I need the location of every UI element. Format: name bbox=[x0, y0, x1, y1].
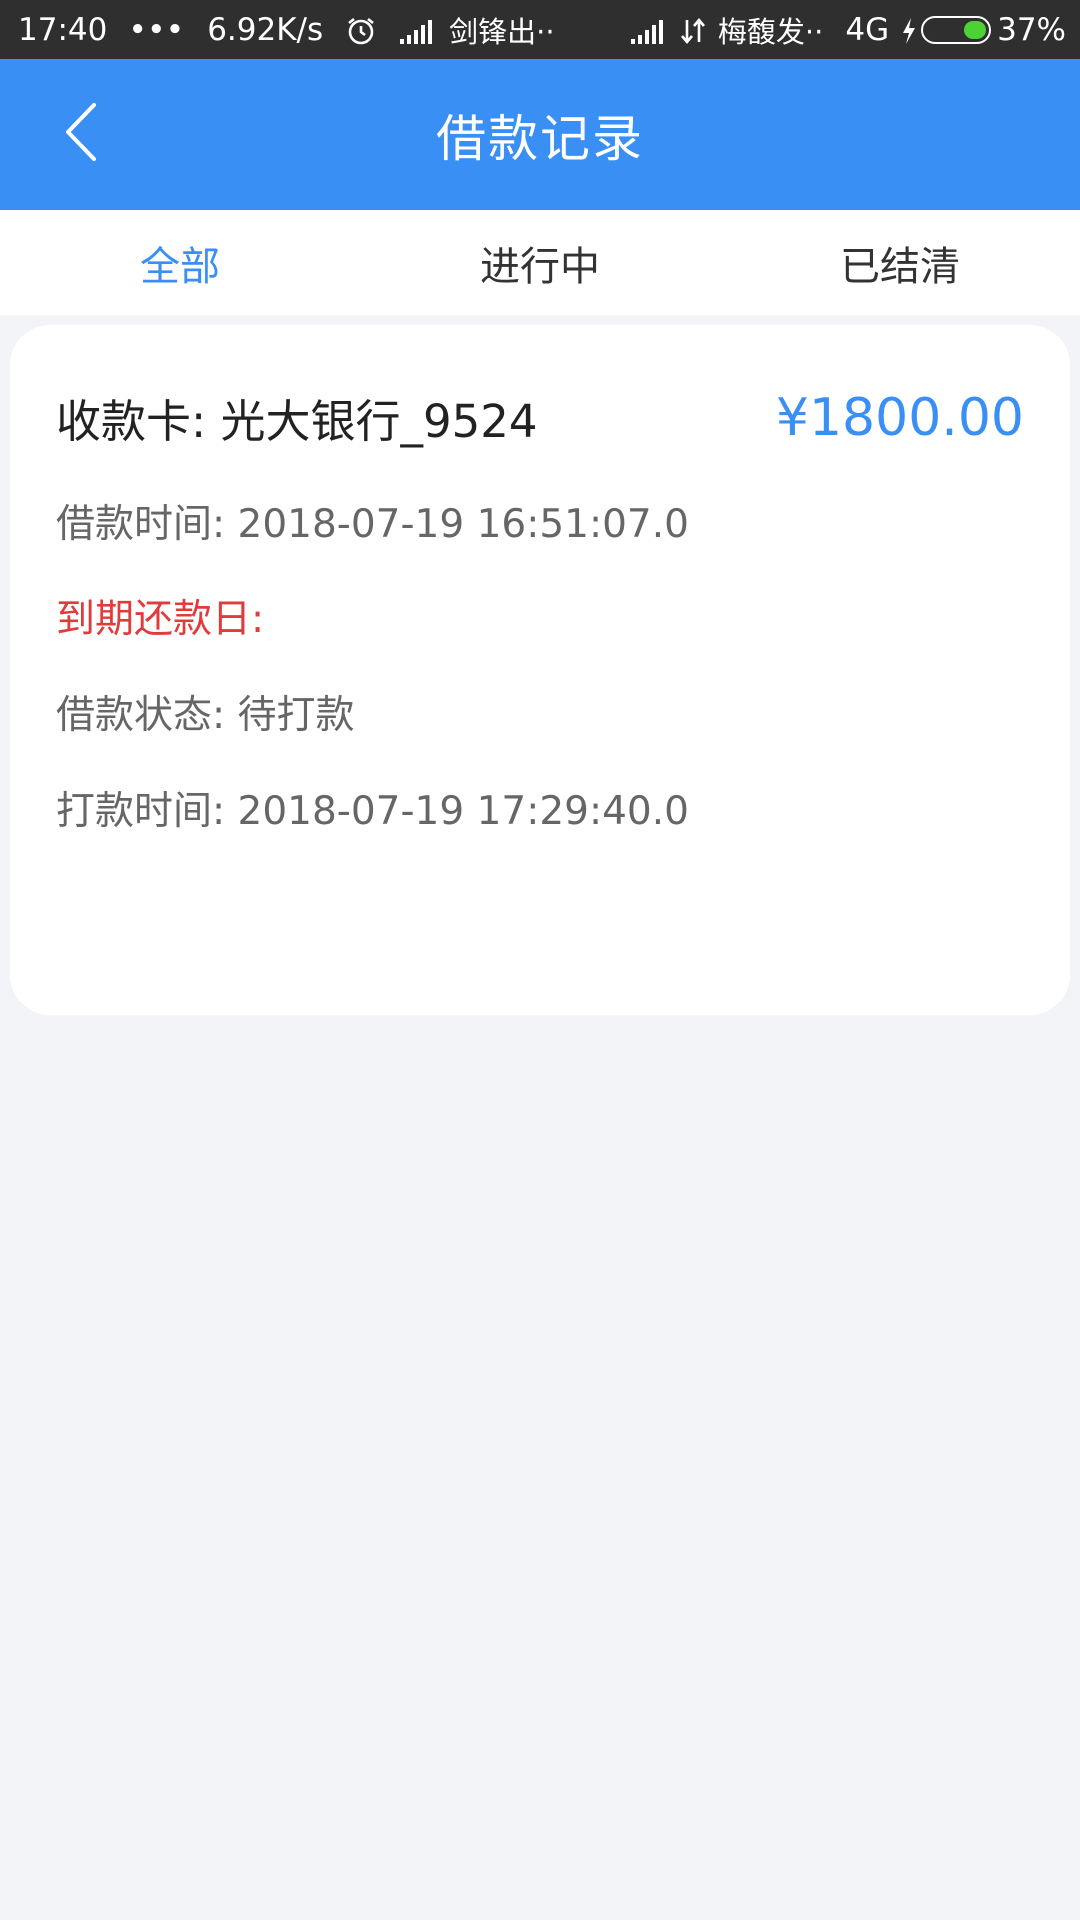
tab-in-progress[interactable]: 进行中 bbox=[360, 210, 720, 315]
status-time: 17:40 bbox=[18, 11, 108, 48]
tab-all[interactable]: 全部 bbox=[0, 210, 360, 315]
card-header: 收款卡: 光大银行_9524 ¥1800.00 bbox=[56, 385, 1024, 450]
title-bar: 借款记录 bbox=[0, 59, 1080, 210]
payment-time: 打款时间: 2018-07-19 17:29:40.0 bbox=[56, 789, 689, 834]
carrier-2: 梅馥发·· bbox=[717, 14, 824, 49]
network-type: 4G bbox=[845, 11, 890, 48]
receiving-card: 收款卡: 光大银行_9524 bbox=[56, 395, 538, 448]
signal-icon-2 bbox=[630, 12, 668, 48]
tab-bar: 全部 进行中 已结清 bbox=[0, 210, 1080, 315]
data-transfer-icon bbox=[680, 12, 706, 48]
loan-status: 借款状态: 待打款 bbox=[56, 693, 355, 738]
chevron-left-icon bbox=[60, 101, 100, 167]
back-button[interactable] bbox=[50, 99, 110, 169]
page-title: 借款记录 bbox=[436, 109, 644, 168]
signal-icon bbox=[399, 12, 437, 48]
alarm-icon bbox=[345, 12, 377, 48]
loan-amount: ¥1800.00 bbox=[775, 387, 1024, 448]
due-date: 到期还款日: bbox=[56, 597, 265, 642]
battery-icon bbox=[921, 15, 992, 44]
network-speed: 6.92K/s bbox=[207, 11, 324, 48]
notification-dots: ••• bbox=[129, 14, 186, 45]
status-bar: 17:40 ••• 6.92K/s 剑锋出·· 梅馥发·· 4G 37% bbox=[0, 0, 1080, 59]
status-bar-right: 梅馥发·· 4G 37% bbox=[630, 9, 1066, 51]
loan-time: 借款时间: 2018-07-19 16:51:07.0 bbox=[56, 502, 689, 547]
status-bar-left: 17:40 ••• 6.92K/s 剑锋出·· bbox=[18, 9, 555, 51]
carrier-1: 剑锋出·· bbox=[449, 14, 555, 49]
tab-settled[interactable]: 已结清 bbox=[720, 210, 1080, 315]
battery-percent: 37% bbox=[997, 11, 1066, 48]
charging-icon bbox=[901, 12, 917, 48]
loan-record-card[interactable]: 收款卡: 光大银行_9524 ¥1800.00 借款时间: 2018-07-19… bbox=[10, 325, 1070, 1015]
